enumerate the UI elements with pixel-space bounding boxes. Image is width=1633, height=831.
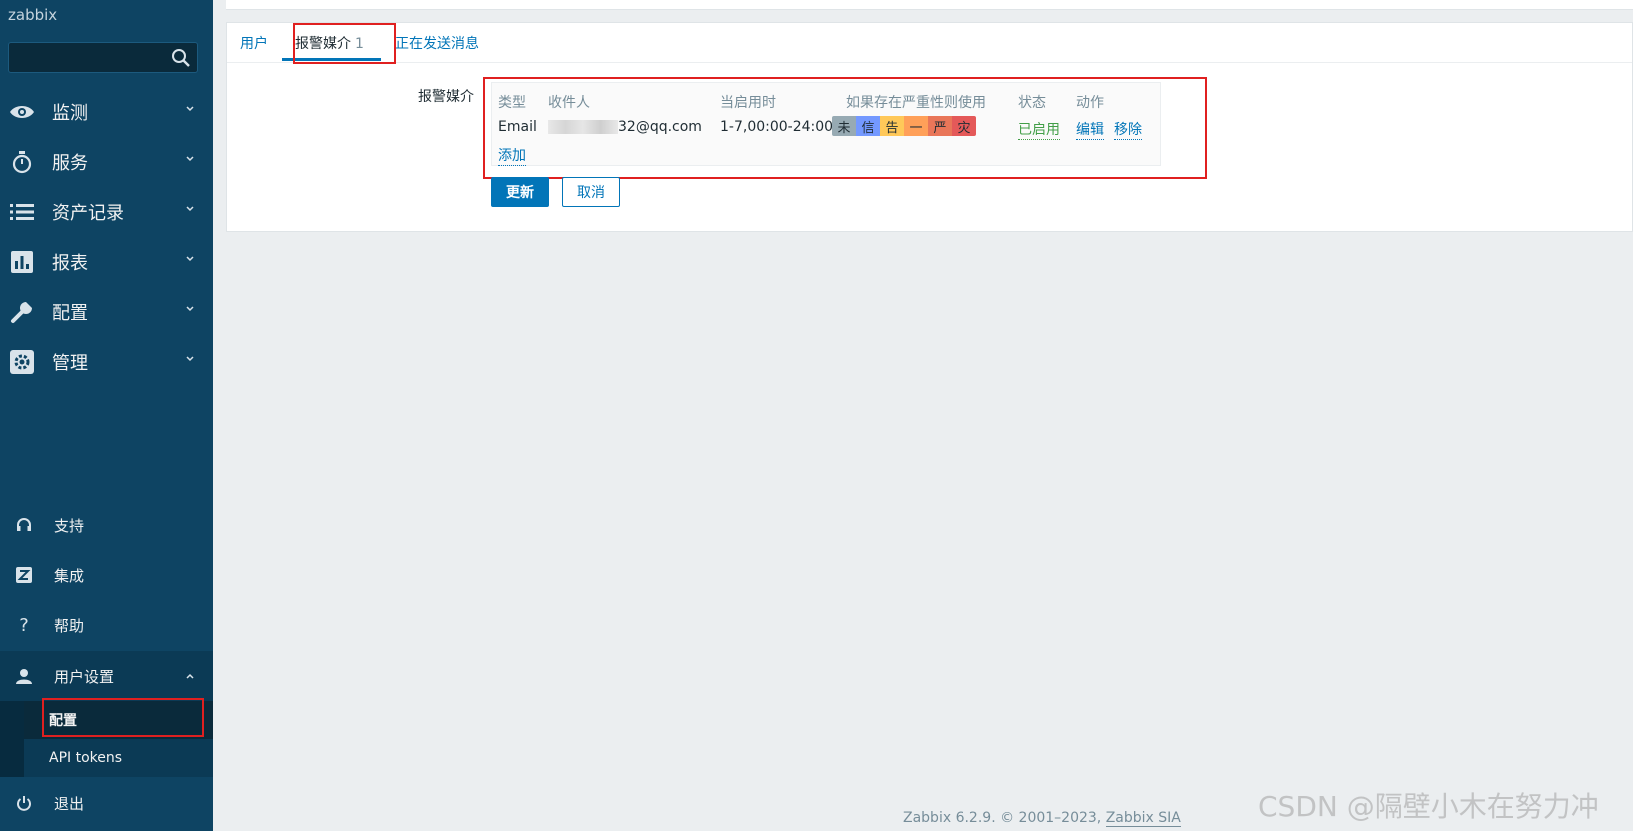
nav-label: 用户设置	[54, 667, 115, 686]
tab-messaging[interactable]: 正在发送消息	[395, 33, 479, 53]
chevron-down-icon	[186, 156, 194, 162]
wrench-icon	[9, 299, 35, 325]
nav-inventory[interactable]: 资产记录	[0, 187, 213, 237]
nav-label: 监测	[52, 103, 88, 124]
nav-label: 配置	[52, 303, 88, 324]
nav-support[interactable]: 支持	[0, 503, 213, 547]
chevron-down-icon	[186, 106, 194, 112]
user-profile-panel: 用户 报警媒介 1 正在发送消息 报警媒介 类型 收件人 当启用时 如果存在严重性…	[226, 22, 1633, 232]
brand-logo[interactable]: zabbix	[8, 6, 57, 24]
nav-label: 帮助	[54, 616, 85, 635]
nav-integrations[interactable]: 集成	[0, 553, 213, 597]
tab-bar: 用户 报警媒介 1 正在发送消息	[227, 23, 1632, 63]
update-button[interactable]: 更新	[491, 177, 549, 207]
submenu-item-api-tokens[interactable]: API tokens	[24, 739, 213, 777]
footer-text: Zabbix 6.2.9. © 2001–2023,	[903, 810, 1102, 826]
nav-label: 服务	[52, 153, 88, 174]
nav-label: 支持	[54, 516, 85, 535]
footer-link[interactable]: Zabbix SIA	[1105, 810, 1181, 827]
nav-label: 报表	[52, 253, 88, 274]
search-icon[interactable]	[171, 48, 191, 68]
chevron-down-icon	[186, 306, 194, 312]
list-icon	[9, 199, 35, 225]
chevron-down-icon	[186, 356, 194, 362]
header-strip	[226, 0, 1633, 10]
eye-icon	[9, 99, 35, 125]
watermark: CSDN @隔壁小木在努力冲	[1258, 790, 1599, 823]
highlight-box-media	[483, 77, 1207, 179]
nav-help[interactable]: ? 帮助	[0, 603, 213, 647]
sidebar: zabbix 监测 服务 资产记录 报表 配置 管理 支持 集成 ? 帮助 用户…	[0, 0, 213, 831]
nav-services[interactable]: 服务	[0, 137, 213, 187]
nav-label: 资产记录	[52, 203, 124, 224]
nav-label: 退出	[54, 794, 85, 813]
chevron-up-icon	[186, 673, 194, 679]
nav-reports[interactable]: 报表	[0, 237, 213, 287]
highlight-box-tab	[293, 23, 396, 64]
nav-monitoring[interactable]: 监测	[0, 87, 213, 137]
nav-label: 管理	[52, 353, 88, 374]
power-icon	[14, 793, 34, 813]
nav-user-settings[interactable]: 用户设置	[0, 651, 213, 701]
footer: Zabbix 6.2.9. © 2001–2023, Zabbix SIA	[903, 810, 1181, 827]
nav-configuration[interactable]: 配置	[0, 287, 213, 337]
question-icon: ?	[19, 614, 29, 636]
gear-icon	[9, 349, 35, 375]
nav-administration[interactable]: 管理	[0, 337, 213, 387]
cancel-button[interactable]: 取消	[562, 177, 620, 207]
user-icon	[14, 666, 34, 686]
search-input[interactable]	[8, 42, 198, 73]
tab-user[interactable]: 用户	[240, 33, 268, 53]
chevron-down-icon	[186, 256, 194, 262]
nav-label: 集成	[54, 566, 85, 585]
zabbix-z-icon	[14, 565, 34, 585]
chevron-down-icon	[186, 206, 194, 212]
bar-chart-icon	[9, 249, 35, 275]
media-field-label: 报警媒介	[418, 89, 474, 105]
stopwatch-icon	[9, 149, 35, 175]
headset-icon	[14, 515, 34, 535]
submenu-indent-bar	[0, 701, 24, 777]
nav-signout[interactable]: 退出	[0, 778, 213, 828]
highlight-box-submenu	[42, 698, 204, 737]
